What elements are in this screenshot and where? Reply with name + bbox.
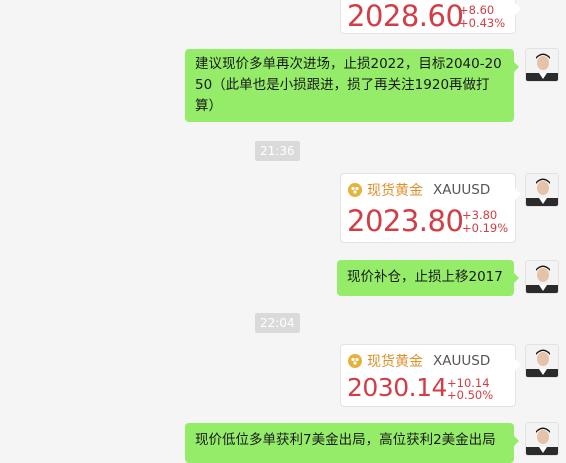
avatar[interactable] [525, 344, 559, 378]
quote-price: 2030.14 [347, 373, 447, 402]
quote-change-pct: +0.43% [459, 16, 506, 30]
timestamp: 21:36 [255, 141, 300, 161]
gold-coin-icon [348, 183, 362, 197]
avatar[interactable] [525, 48, 559, 82]
quote-symbol: XAUUSD [433, 353, 491, 369]
timestamp: 22:04 [255, 313, 300, 333]
gold-coin-icon [348, 354, 362, 368]
message-bubble[interactable]: 现价低位多单获利7美金出局，高位获利2美金出局 [185, 423, 519, 463]
message-line: 现价补仓，止损上移2017 [347, 269, 503, 285]
message-bubble[interactable]: 建议现价多单再次进场，止损2022，目标2040-20 50（此单也是小损跟进，… [185, 49, 519, 122]
quote-name: 现货黄金 [367, 354, 423, 370]
message-line: 50（此单也是小损跟进，损了再关注1920再做打 [195, 77, 490, 93]
quote-change-pct: +0.19% [462, 221, 509, 235]
quote-symbol: XAUUSD [433, 182, 491, 198]
message-line: 算） [195, 98, 222, 114]
quote-price: 2023.80 [347, 204, 464, 238]
avatar[interactable] [525, 173, 559, 207]
quote-name: 现货黄金 [367, 183, 423, 199]
quote-price: 2028.60 [347, 0, 464, 33]
avatar[interactable] [525, 422, 559, 456]
message-line: 现价低位多单获利7美金出局，高位获利2美金出局 [195, 432, 496, 448]
quote-card[interactable]: 2028.60 +8.60 +0.43% [340, 0, 521, 34]
quote-card[interactable]: 现货黄金 XAUUSD 2023.80 +3.80 +0.19% [340, 173, 521, 243]
quote-change-pct: +0.50% [447, 388, 494, 402]
message-bubble[interactable]: 现价补仓，止损上移2017 [337, 260, 519, 296]
avatar[interactable] [525, 260, 559, 294]
message-line: 建议现价多单再次进场，止损2022，目标2040-20 [195, 56, 502, 72]
quote-card[interactable]: 现货黄金 XAUUSD 2030.14 +10.14 +0.50% [340, 344, 521, 407]
